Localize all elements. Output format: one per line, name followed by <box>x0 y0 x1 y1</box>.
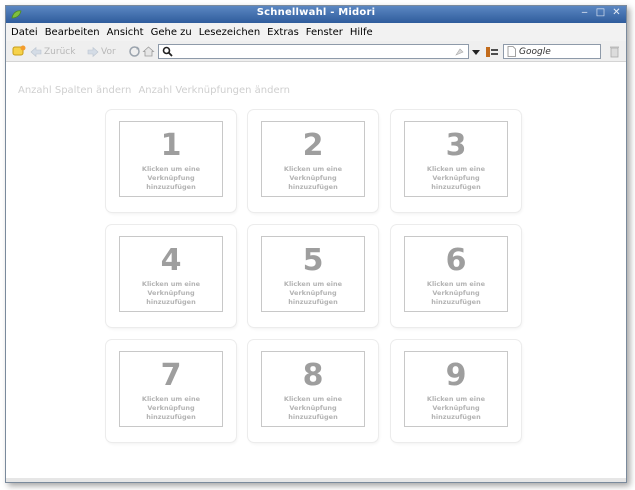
trash-button[interactable] <box>609 44 620 59</box>
title-bar[interactable]: Schnellwahl - Midori ‒ □ ✕ <box>6 6 626 23</box>
speed-dial-tile-1[interactable]: 1 Klicken um eine Verknüpfung hinzuzufüg… <box>106 110 236 212</box>
tile-thumbnail: 7 Klicken um eine Verknüpfung hinzuzufüg… <box>119 351 223 427</box>
tile-number: 5 <box>302 243 324 278</box>
chevron-down-icon <box>472 49 480 55</box>
speed-dial-actions: Anzahl Spalten ändern Anzahl Verknüpfung… <box>18 85 294 96</box>
menu-datei[interactable]: Datei <box>11 27 38 38</box>
tile-thumbnail: 4 Klicken um eine Verknüpfung hinzuzufüg… <box>119 236 223 312</box>
tile-thumbnail: 9 Klicken um eine Verknüpfung hinzuzufüg… <box>404 351 508 427</box>
trash-icon <box>610 46 619 58</box>
navigation-toolbar: Zurück Vor Google <box>6 41 626 62</box>
minimize-button[interactable]: ‒ <box>579 7 590 18</box>
forward-button[interactable]: Vor <box>87 44 116 59</box>
address-dropdown-button[interactable] <box>471 44 481 59</box>
tile-number: 4 <box>160 243 182 278</box>
search-field[interactable]: Google <box>503 44 601 59</box>
tile-hint: Klicken um eine Verknüpfung hinzuzufügen <box>426 165 486 191</box>
speed-dial-tile-5[interactable]: 5 Klicken um eine Verknüpfung hinzuzufüg… <box>248 225 378 327</box>
menu-fenster[interactable]: Fenster <box>306 27 343 38</box>
tile-thumbnail: 3 Klicken um eine Verknüpfung hinzuzufüg… <box>404 121 508 197</box>
tile-hint: Klicken um eine Verknüpfung hinzuzufügen <box>426 280 486 306</box>
change-columns-link[interactable]: Anzahl Spalten ändern <box>18 85 131 96</box>
tile-thumbnail: 1 Klicken um eine Verknüpfung hinzuzufüg… <box>119 121 223 197</box>
change-links-link[interactable]: Anzahl Verknüpfungen ändern <box>138 85 289 96</box>
browser-window: Schnellwahl - Midori ‒ □ ✕ Datei Bearbei… <box>5 5 627 483</box>
menu-bar: Datei Bearbeiten Ansicht Gehe zu Lesezei… <box>6 23 626 41</box>
menu-extras[interactable]: Extras <box>267 27 299 38</box>
tile-hint: Klicken um eine Verknüpfung hinzuzufügen <box>141 280 201 306</box>
tile-hint: Klicken um eine Verknüpfung hinzuzufügen <box>141 165 201 191</box>
home-button[interactable] <box>142 44 155 59</box>
back-arrow-icon <box>30 46 42 57</box>
tile-thumbnail: 8 Klicken um eine Verknüpfung hinzuzufüg… <box>261 351 365 427</box>
address-bar[interactable] <box>158 44 469 59</box>
speed-dial-tile-6[interactable]: 6 Klicken um eine Verknüpfung hinzuzufüg… <box>391 225 521 327</box>
window-title: Schnellwahl - Midori <box>256 7 376 18</box>
tile-thumbnail: 5 Klicken um eine Verknüpfung hinzuzufüg… <box>261 236 365 312</box>
close-button[interactable]: ✕ <box>611 7 622 18</box>
tile-number: 6 <box>445 243 467 278</box>
feed-icon[interactable] <box>454 46 465 57</box>
back-button[interactable]: Zurück <box>30 44 75 59</box>
tile-number: 2 <box>302 128 324 163</box>
menu-gehe-zu[interactable]: Gehe zu <box>151 27 192 38</box>
speed-dial-tile-2[interactable]: 2 Klicken um eine Verknüpfung hinzuzufüg… <box>248 110 378 212</box>
status-bar <box>6 478 626 482</box>
reload-button[interactable] <box>128 44 141 59</box>
page-icon <box>507 46 516 57</box>
home-icon <box>142 46 155 57</box>
speed-dial-tile-4[interactable]: 4 Klicken um eine Verknüpfung hinzuzufüg… <box>106 225 236 327</box>
speed-dial-tile-3[interactable]: 3 Klicken um eine Verknüpfung hinzuzufüg… <box>391 110 521 212</box>
menu-hilfe[interactable]: Hilfe <box>350 27 373 38</box>
menu-ansicht[interactable]: Ansicht <box>107 27 144 38</box>
tile-hint: Klicken um eine Verknüpfung hinzuzufügen <box>426 395 486 421</box>
speed-dial-tile-8[interactable]: 8 Klicken um eine Verknüpfung hinzuzufüg… <box>248 340 378 442</box>
speed-dial-tile-7[interactable]: 7 Klicken um eine Verknüpfung hinzuzufüg… <box>106 340 236 442</box>
forward-label: Vor <box>101 46 116 57</box>
tile-number: 9 <box>445 358 467 393</box>
tile-hint: Klicken um eine Verknüpfung hinzuzufügen <box>283 395 343 421</box>
new-tab-icon <box>12 45 26 56</box>
forward-arrow-icon <box>87 46 99 57</box>
web-search-icon <box>486 46 498 57</box>
tile-number: 7 <box>160 358 182 393</box>
magnifier-icon <box>162 46 173 57</box>
tile-thumbnail: 2 Klicken um eine Verknüpfung hinzuzufüg… <box>261 121 365 197</box>
tile-number: 3 <box>445 128 467 163</box>
new-tab-button[interactable] <box>12 44 26 59</box>
menu-bearbeiten[interactable]: Bearbeiten <box>45 27 100 38</box>
tile-hint: Klicken um eine Verknüpfung hinzuzufügen <box>141 395 201 421</box>
tile-number: 1 <box>160 128 182 163</box>
reload-icon <box>129 46 140 57</box>
maximize-button[interactable]: □ <box>595 7 606 18</box>
tile-number: 8 <box>302 358 324 393</box>
speed-dial-page: Anzahl Spalten ändern Anzahl Verknüpfung… <box>6 63 626 482</box>
tile-hint: Klicken um eine Verknüpfung hinzuzufügen <box>283 280 343 306</box>
menu-lesezeichen[interactable]: Lesezeichen <box>199 27 260 38</box>
tile-hint: Klicken um eine Verknüpfung hinzuzufügen <box>283 165 343 191</box>
tile-thumbnail: 6 Klicken um eine Verknüpfung hinzuzufüg… <box>404 236 508 312</box>
speed-dial-tile-9[interactable]: 9 Klicken um eine Verknüpfung hinzuzufüg… <box>391 340 521 442</box>
search-placeholder: Google <box>519 46 551 57</box>
back-label: Zurück <box>44 46 76 57</box>
search-engine-button[interactable] <box>485 44 499 59</box>
